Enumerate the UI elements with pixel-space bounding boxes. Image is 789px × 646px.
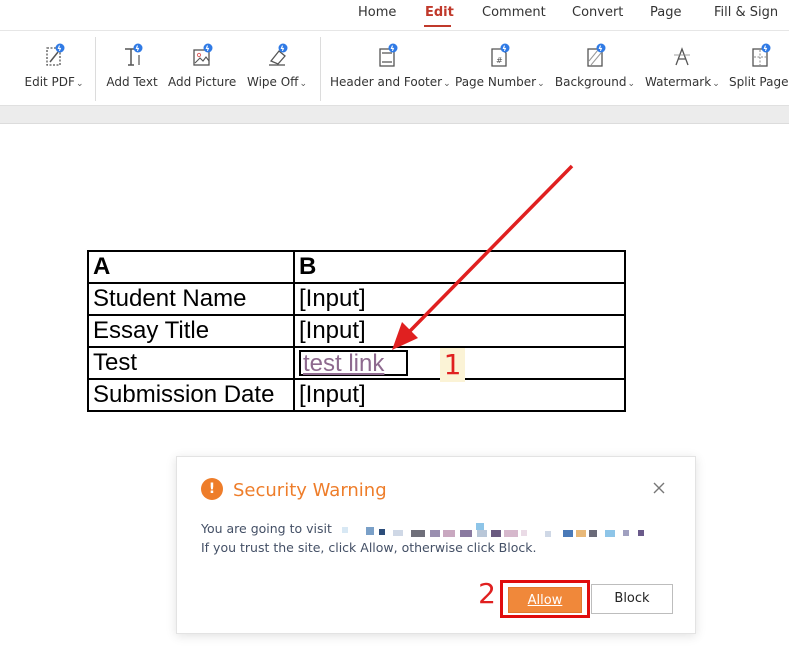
table-cell-value[interactable]: [Input] [293, 314, 626, 348]
table-cell-label: Essay Title [87, 314, 295, 348]
dialog-message-trust: If you trust the site, click Allow, othe… [201, 540, 537, 555]
table-row: Essay Title [Input] [87, 314, 626, 348]
security-warning-dialog: ! Security Warning You are going to visi… [176, 456, 696, 634]
table-header-cell: B [293, 250, 626, 284]
page-number-icon: # [491, 43, 510, 67]
add-picture-icon [193, 43, 213, 66]
page-number-button[interactable]: # Page Number⌄ [455, 31, 545, 106]
close-icon[interactable] [651, 480, 667, 496]
warning-icon: ! [201, 478, 223, 500]
menu-bar: Home Edit Comment Convert Page Fill & Si… [0, 0, 789, 30]
watermark-button[interactable]: Watermark⌄ [645, 31, 720, 106]
tab-home[interactable]: Home [358, 5, 396, 20]
chevron-down-icon: ⌄ [712, 79, 720, 89]
watermark-label: Watermark [645, 75, 712, 89]
chevron-down-icon: ⌄ [537, 79, 545, 89]
table-cell-label: Test [87, 346, 295, 380]
chevron-down-icon: ⌄ [75, 79, 84, 89]
step-2-label: 2 [478, 577, 496, 610]
add-picture-button[interactable]: Add Picture [168, 31, 236, 106]
table-header-row: A B [87, 250, 626, 284]
add-picture-label: Add Picture [168, 75, 237, 89]
table-cell-value[interactable]: [Input] [293, 378, 626, 412]
split-pages-icon [752, 43, 771, 67]
test-link[interactable]: test link [303, 350, 384, 377]
table-cell-label: Submission Date [87, 378, 295, 412]
watermark-icon [674, 47, 690, 66]
chevron-down-icon: ⌄ [627, 79, 636, 89]
table-row: Submission Date [Input] [87, 378, 626, 412]
tab-convert[interactable]: Convert [572, 5, 623, 20]
background-label: Background [554, 75, 627, 89]
ribbon-divider [320, 37, 321, 101]
table-cell-label: Student Name [87, 282, 295, 316]
link-highlight-box: test link [299, 349, 409, 377]
form-table: A B Student Name [Input] Essay Title [In… [87, 250, 626, 412]
tab-page[interactable]: Page [650, 5, 681, 20]
chevron-down-icon: ⌄ [299, 79, 307, 89]
header-footer-icon [379, 43, 398, 67]
tab-fill-sign[interactable]: Fill & Sign [714, 5, 778, 20]
svg-text:#: # [496, 56, 503, 65]
chevron-down-icon: ⌄ [443, 79, 451, 89]
background-button[interactable]: Background⌄ [554, 31, 636, 106]
ribbon-toolbar: Edit PDF⌄ Add Text Add Picture Wipe Off⌄… [0, 30, 789, 106]
allow-button[interactable]: Allow [508, 587, 582, 613]
wipe-off-label: Wipe Off [246, 75, 299, 89]
edit-pdf-label: Edit PDF [24, 75, 75, 89]
document-area-border [0, 106, 789, 124]
add-text-label: Add Text [106, 75, 158, 89]
wipe-off-button[interactable]: Wipe Off⌄ [246, 31, 308, 106]
edit-pdf-icon [46, 43, 65, 66]
block-button[interactable]: Block [591, 584, 673, 614]
add-text-button[interactable]: Add Text [104, 31, 160, 106]
table-cell-value[interactable]: [Input] [293, 282, 626, 316]
tab-comment[interactable]: Comment [482, 5, 546, 20]
app-window: Home Edit Comment Convert Page Fill & Si… [0, 0, 789, 646]
tab-edit[interactable]: Edit [425, 5, 454, 20]
table-row: Test test link [87, 346, 626, 380]
step-1-label: 1 [440, 348, 465, 382]
table-header-cell: A [87, 250, 295, 284]
table-row: Student Name [Input] [87, 282, 626, 316]
split-pages-label: Split Pages [729, 75, 789, 89]
split-pages-button[interactable]: Split Pages [729, 31, 789, 106]
active-tab-indicator [424, 25, 451, 27]
page-number-label: Page Number [455, 75, 537, 89]
background-icon [587, 43, 606, 67]
dialog-title: Security Warning [233, 480, 387, 501]
header-footer-button[interactable]: Header and Footer⌄ [330, 31, 451, 106]
ribbon-divider [95, 37, 96, 101]
edit-pdf-button[interactable]: Edit PDF⌄ [22, 31, 86, 106]
header-footer-label: Header and Footer [330, 75, 443, 89]
add-text-icon [125, 43, 143, 66]
dialog-message-visit: You are going to visit [201, 521, 332, 536]
eraser-icon [269, 43, 288, 66]
allow-button-highlight: Allow [500, 580, 590, 618]
